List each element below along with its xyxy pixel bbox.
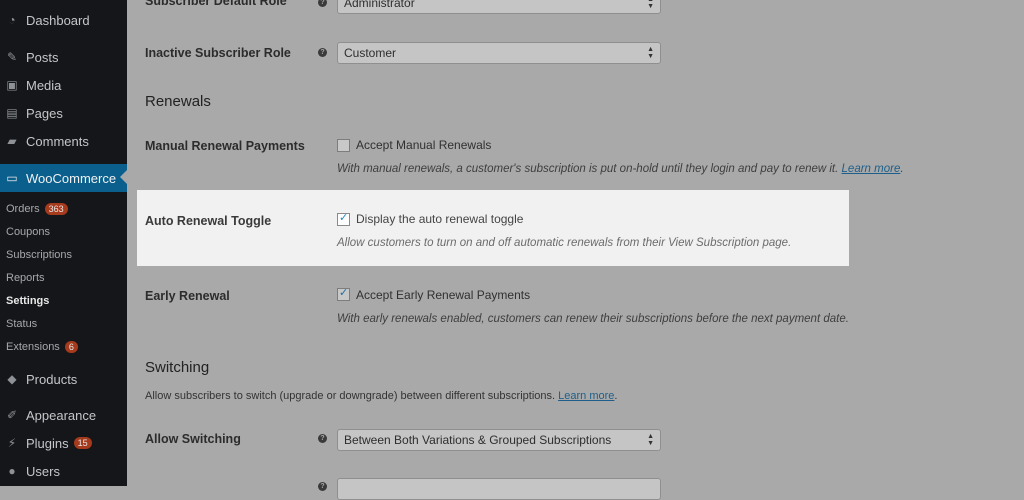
select-caret-icon: ▲▼ (647, 46, 654, 60)
sidebar-item-label: WooCommerce (26, 170, 117, 186)
auto-renewal-description: Allow customers to turn on and off autom… (337, 237, 792, 249)
renewals-heading: Renewals (145, 93, 211, 110)
sidebar-item-products[interactable]: ◆ Products (0, 366, 127, 392)
user-icon: ● (8, 464, 16, 478)
period: . (900, 163, 904, 175)
next-setting-select[interactable] (337, 478, 661, 500)
plugins-count-badge: 15 (73, 437, 92, 449)
sidebar-item-plugins[interactable]: ⚡ Plugins 15 (0, 430, 127, 456)
early-renewal-checkbox[interactable]: ✓ (337, 287, 350, 301)
media-icon: ▣ (6, 78, 18, 92)
description-text: Allow subscribers to switch (upgrade or … (145, 390, 556, 402)
inactive-role-select[interactable]: Customer ▲ ▼ (337, 42, 661, 64)
sidebar-item-comments[interactable]: ▰ Comments (0, 128, 127, 154)
current-menu-arrow (120, 170, 127, 184)
sidebar-item-appearance[interactable]: ✐ Appearance (0, 402, 127, 428)
select-caret-icon: ▲▼ (647, 0, 654, 10)
submenu-item-label: Orders (6, 203, 40, 215)
auto-renewal-checkbox[interactable]: ✓ (337, 212, 350, 226)
sidebar-item-label: Users (26, 463, 60, 479)
submenu-item-label: Status (6, 318, 38, 330)
sidebar-item-pages[interactable]: ▤ Pages (0, 100, 127, 126)
sidebar-item-label: Pages (26, 105, 63, 121)
switching-heading: Switching (145, 359, 210, 376)
submenu-item-extensions[interactable]: Extensions 6 (6, 341, 78, 353)
plug-icon: ⚡ (7, 436, 17, 450)
manual-renewal-checkbox[interactable] (337, 139, 350, 152)
manual-renewal-description: With manual renewals, a customer's subsc… (337, 163, 904, 175)
select-caret-icon: ▲▼ (647, 433, 654, 447)
sidebar-item-users[interactable]: ● Users (0, 458, 127, 484)
select-value: Between Both Variations & Grouped Subscr… (344, 433, 612, 447)
help-icon[interactable]: ? (318, 48, 327, 57)
auto-renewal-label: Auto Renewal Toggle (145, 214, 272, 228)
sidebar-item-label: Appearance (26, 407, 97, 423)
submenu-item-settings[interactable]: Settings (6, 295, 49, 307)
settings-form: Subscriber Default Role ? Administrator … (127, 0, 1024, 500)
inactive-role-label: Inactive Subscriber Role (145, 46, 291, 60)
auto-renewal-checkbox-label[interactable]: Display the auto renewal toggle (356, 212, 523, 226)
pin-icon: ✎ (6, 50, 18, 64)
comment-icon: ▰ (7, 134, 17, 148)
early-renewal-label: Early Renewal (145, 289, 230, 303)
submenu-item-orders[interactable]: Orders 363 (6, 203, 68, 215)
submenu-item-subscriptions[interactable]: Subscriptions (6, 249, 72, 261)
help-icon[interactable]: ? (318, 434, 327, 443)
switching-description: Allow subscribers to switch (upgrade or … (145, 390, 617, 402)
sidebar-item-media[interactable]: ▣ Media (0, 72, 127, 98)
admin-sidebar: ◔ Dashboard ✎ Posts ▣ Media ▤ Pages ▰ Co… (0, 0, 127, 486)
pages-icon: ▤ (6, 106, 18, 120)
sidebar-item-dashboard[interactable]: ◔ Dashboard (0, 7, 127, 33)
woocommerce-icon: ▭ (6, 171, 18, 185)
period: . (614, 390, 618, 402)
default-role-select[interactable]: Administrator ▲▼ (337, 0, 661, 14)
submenu-item-coupons[interactable]: Coupons (6, 226, 50, 238)
help-icon[interactable]: ? (318, 0, 327, 7)
brush-icon: ✐ (6, 408, 18, 422)
checkmark-icon: ✓ (339, 287, 349, 299)
sidebar-item-label: Dashboard (26, 12, 90, 28)
submenu-item-label: Settings (6, 295, 50, 307)
dashboard-icon: ◔ (8, 13, 16, 27)
sidebar-item-label: Products (26, 371, 78, 387)
sidebar-item-label: Media (26, 77, 62, 93)
orders-count-badge: 363 (44, 203, 68, 215)
submenu-item-reports[interactable]: Reports (6, 272, 45, 284)
early-renewal-checkbox-label[interactable]: Accept Early Renewal Payments (356, 288, 530, 302)
submenu-item-status[interactable]: Status (6, 318, 37, 330)
learn-more-link[interactable]: Learn more (558, 390, 614, 402)
default-role-label: Subscriber Default Role (145, 0, 287, 8)
submenu-item-label: Subscriptions (6, 249, 73, 261)
sidebar-item-label: Posts (26, 49, 59, 65)
early-renewal-description: With early renewals enabled, customers c… (337, 313, 849, 325)
box-icon: ◆ (7, 372, 17, 386)
learn-more-link[interactable]: Learn more (842, 163, 901, 175)
submenu-item-label: Reports (6, 272, 45, 284)
allow-switching-label: Allow Switching (145, 432, 241, 446)
auto-renewal-highlight: Auto Renewal Toggle ✓ Display the auto r… (137, 190, 849, 266)
description-text: With manual renewals, a customer's subsc… (337, 163, 839, 175)
submenu-item-label: Coupons (6, 226, 51, 238)
select-value: Customer (344, 46, 397, 60)
sidebar-item-woocommerce[interactable]: ▭ WooCommerce (0, 164, 127, 192)
allow-switching-select[interactable]: Between Both Variations & Grouped Subscr… (337, 429, 661, 451)
manual-renewal-label: Manual Renewal Payments (145, 139, 305, 153)
extensions-count-badge: 6 (64, 341, 78, 353)
submenu-item-label: Extensions (6, 341, 60, 353)
manual-renewal-checkbox-label[interactable]: Accept Manual Renewals (356, 138, 491, 152)
checkmark-icon: ✓ (339, 212, 349, 224)
sidebar-item-posts[interactable]: ✎ Posts (0, 44, 127, 70)
sidebar-item-label: Comments (26, 133, 89, 149)
sidebar-item-label: Plugins (26, 435, 69, 451)
select-value: Administrator (344, 0, 415, 10)
help-icon[interactable]: ? (318, 482, 327, 491)
